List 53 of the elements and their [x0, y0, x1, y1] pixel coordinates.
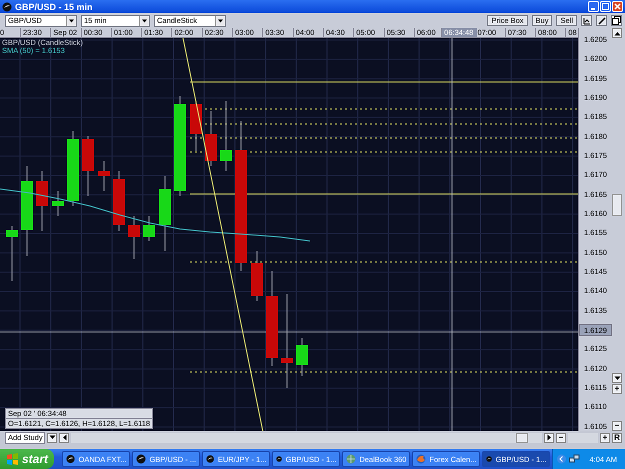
candlestick — [143, 216, 155, 242]
scrollbar-thumb[interactable] — [516, 432, 528, 442]
close-icon — [614, 3, 621, 10]
app-icon — [206, 454, 215, 464]
scroll-up-button[interactable] — [612, 28, 622, 38]
scroll-left-button[interactable] — [59, 432, 69, 442]
app-icon — [486, 454, 493, 464]
maximize-button[interactable] — [600, 1, 611, 12]
candlestick — [251, 250, 263, 302]
app-icon — [2, 2, 12, 12]
scroll-down-button[interactable] — [612, 373, 622, 383]
windows-logo-icon — [6, 453, 19, 465]
window-title: GBP/USD - 15 min — [15, 2, 93, 12]
candlestick — [98, 160, 110, 192]
globe-icon — [346, 454, 356, 464]
caret-icon[interactable] — [66, 16, 76, 26]
candlestick — [220, 100, 232, 172]
dropdown-button[interactable] — [47, 432, 57, 442]
zoom-in-button[interactable]: + — [600, 432, 610, 442]
minimize-button[interactable] — [588, 1, 599, 12]
browser-icon — [416, 454, 426, 464]
app-icon — [66, 454, 76, 464]
app-icon — [276, 454, 283, 464]
candlestick — [296, 338, 308, 376]
restore-icon[interactable] — [611, 15, 622, 26]
app-icon — [136, 454, 146, 464]
close-button[interactable] — [612, 1, 623, 12]
network-icon[interactable] — [569, 454, 580, 464]
candlestick — [205, 110, 217, 166]
down-arrow-icon — [614, 376, 620, 380]
maximize-icon — [602, 3, 609, 10]
left-arrow-icon — [62, 434, 66, 441]
chart-tool-icon[interactable] — [581, 15, 592, 26]
caret-icon[interactable] — [139, 16, 149, 26]
candlestick — [113, 170, 125, 232]
caret-icon[interactable] — [215, 16, 225, 26]
caret-icon — [48, 435, 56, 440]
candlestick — [6, 226, 18, 282]
pencil-icon[interactable] — [596, 15, 607, 26]
chevron-icon[interactable] — [557, 454, 566, 464]
zoom-in-button[interactable]: + — [612, 384, 622, 394]
right-arrow-icon — [546, 434, 552, 441]
zoom-out-button[interactable]: − — [556, 432, 566, 442]
candlestick — [52, 190, 64, 216]
scrollbar-thumb[interactable] — [612, 194, 622, 216]
candlestick — [190, 100, 202, 152]
candlestick — [82, 136, 94, 196]
zoom-out-button[interactable]: − — [612, 421, 622, 431]
candlestick — [36, 170, 48, 232]
reset-button[interactable]: R — [612, 432, 622, 442]
scroll-right-button[interactable] — [544, 432, 554, 442]
candlestick — [128, 216, 140, 260]
up-arrow-icon — [614, 30, 620, 36]
